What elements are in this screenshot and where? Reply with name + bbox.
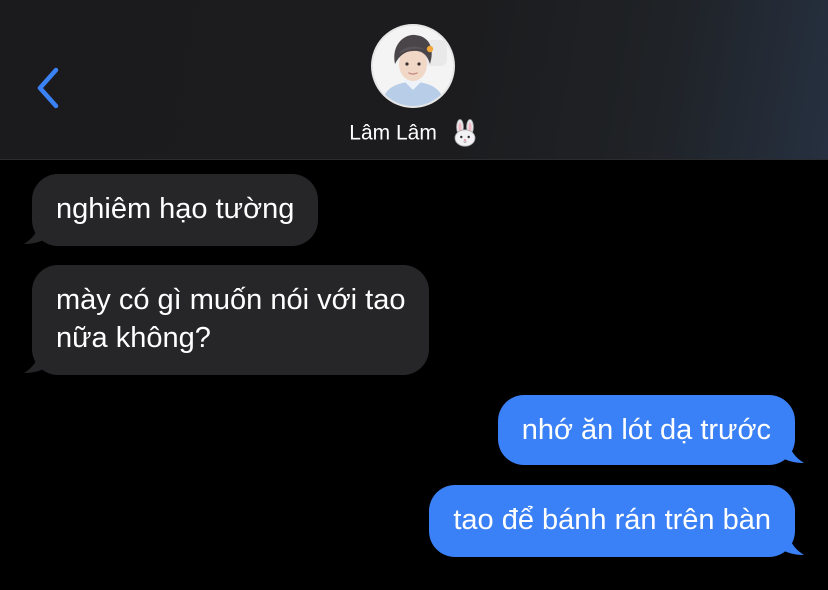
contact-name-button[interactable]: Lâm Lâm <box>0 118 828 148</box>
message-text: nghiêm hạo tường <box>56 193 295 225</box>
chevron-left-icon <box>37 67 59 109</box>
contact-name: Lâm Lâm <box>349 121 437 145</box>
rabbit-face-icon <box>454 119 476 148</box>
message-text: nữa không? <box>56 322 211 354</box>
message-text: nhớ ăn lót dạ trước <box>521 414 771 446</box>
message-bubble-sent[interactable]: nhớ ăn lót dạ trước <box>497 395 795 465</box>
message-bubble-received[interactable]: mày có gì muốn nói với tao nữa không? <box>32 265 430 375</box>
conversation-header: Lâm Lâm <box>0 0 828 160</box>
message-bubble-received[interactable]: nghiêm hạo tường <box>32 174 319 246</box>
contact-photo <box>373 26 453 106</box>
message-text: mày có gì muốn nói với tao <box>56 284 406 316</box>
message-text: tao để bánh rán trên bàn <box>453 504 771 536</box>
back-button[interactable] <box>28 62 68 114</box>
avatar[interactable] <box>371 24 455 108</box>
message-bubble-sent[interactable]: tao để bánh rán trên bàn <box>429 485 795 557</box>
